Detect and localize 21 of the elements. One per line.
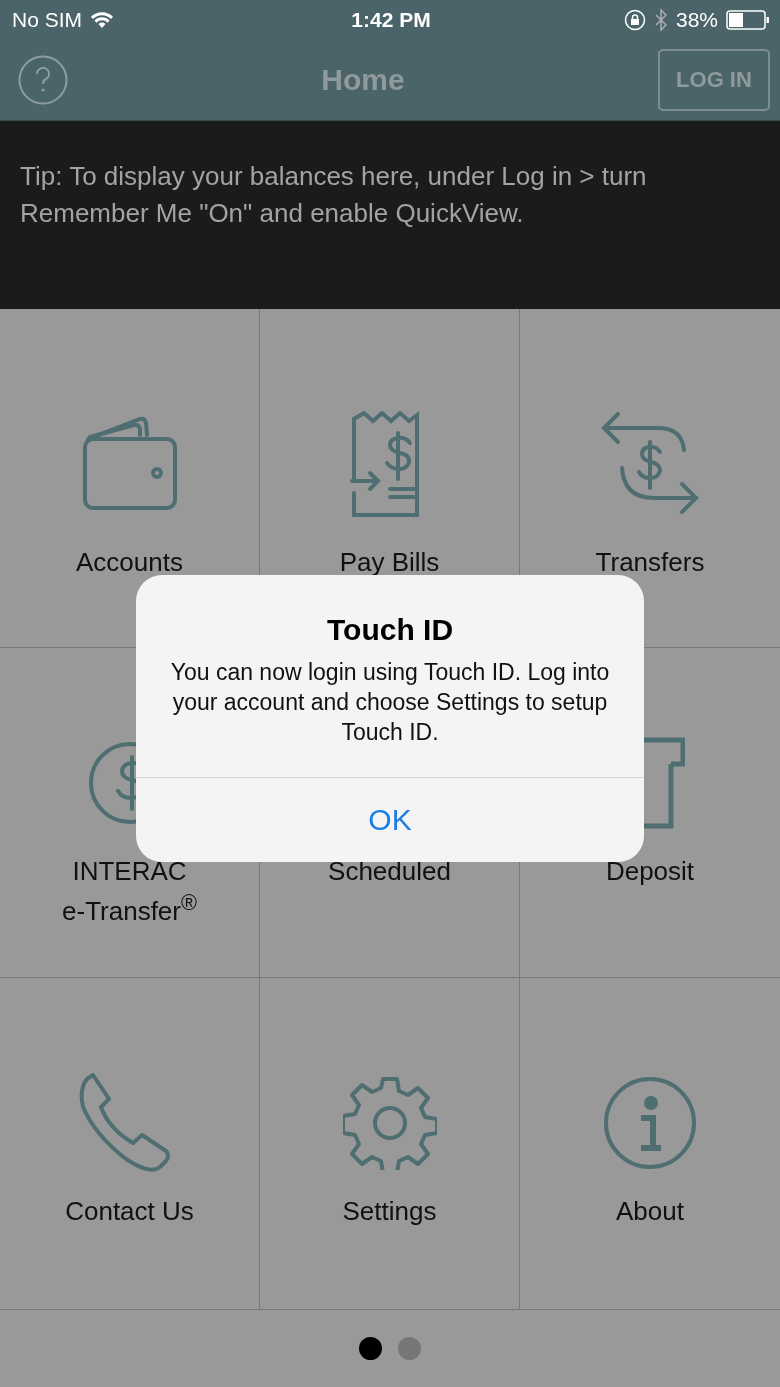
gear-icon [342,1076,437,1170]
battery-icon [726,10,770,30]
menu-tile[interactable]: Settings [260,978,520,1310]
carrier-text: No SIM [12,8,82,32]
menu-tile[interactable]: Contact Us [0,978,260,1310]
page-dot[interactable] [359,1336,382,1360]
wifi-icon [90,11,114,29]
menu-tile[interactable]: Accounts [0,309,260,648]
screen-title: Home [321,63,405,97]
exchange-icon [600,412,700,516]
alert-title: Touch ID [326,613,454,647]
dollar-coin-icon [87,741,138,825]
battery-percent: 38% [675,8,718,32]
help-button[interactable] [18,55,68,105]
wallet-icon [81,415,178,513]
bluetooth-icon [653,8,668,32]
page-dot[interactable] [398,1336,421,1360]
clock-text: 1:42 PM [351,8,431,32]
tip-text: Tip: To display your balances here, under Log in > turn Remember Me "On" and enable QuickView. [20,160,648,230]
info-icon [603,1076,697,1170]
rotation-lock-icon [623,9,646,31]
